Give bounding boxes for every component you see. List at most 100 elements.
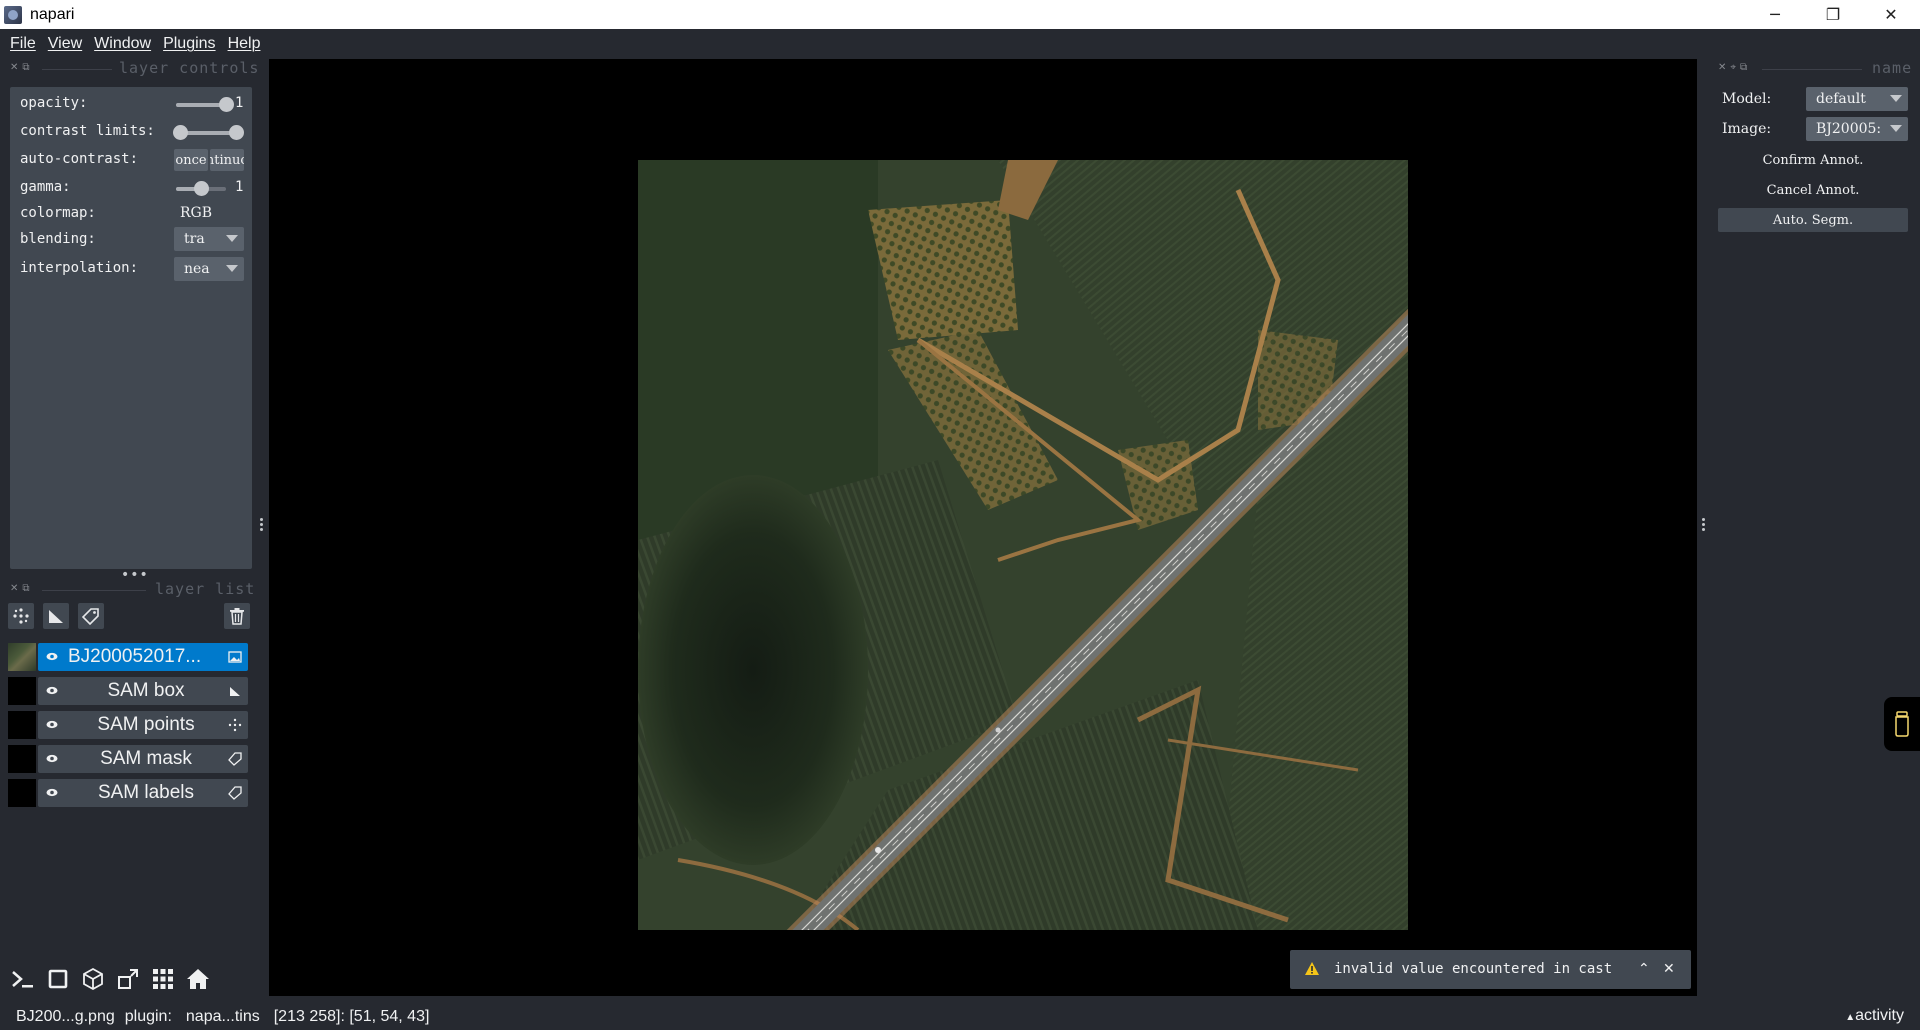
gamma-slider-handle[interactable] — [193, 181, 209, 196]
activity-button[interactable]: ▲activity — [1845, 1007, 1904, 1025]
dock-close-icon[interactable]: ✕ — [10, 62, 18, 73]
blending-select[interactable]: tra — [174, 227, 244, 251]
contrast-limits-slider[interactable] — [180, 131, 236, 135]
title-bar: napari ─ ❐ ✕ — [0, 0, 1920, 29]
layer-item-sam-box[interactable]: SAM box — [8, 677, 248, 705]
status-bar: BJ200...g.png plugin: napa...tins [213 2… — [0, 1003, 1920, 1030]
interpolation-select[interactable]: nea — [174, 257, 244, 281]
auto-segmentation-button[interactable]: Auto. Segm. — [1718, 208, 1908, 232]
delete-layer-button[interactable] — [224, 603, 250, 629]
layer-item-sam-mask[interactable]: SAM mask — [8, 745, 248, 773]
warning-icon — [1305, 962, 1319, 975]
side-panel-tab[interactable] — [1884, 697, 1920, 751]
dock-float-icon[interactable]: ⧉ — [1740, 62, 1747, 73]
close-notification-icon[interactable]: ✕ — [1663, 950, 1675, 989]
image-label: Image: — [1722, 121, 1772, 137]
menu-plugins[interactable]: Plugins — [163, 35, 215, 53]
maximize-button[interactable]: ❐ — [1804, 0, 1862, 29]
new-shapes-layer-button[interactable] — [43, 603, 69, 629]
menu-view[interactable]: View — [48, 35, 82, 53]
plugin-dock-controls[interactable]: ✕ ⌖ ⧉ — [1718, 62, 1747, 73]
layer-name[interactable]: SAM box — [70, 677, 222, 705]
layer-body: SAM points — [38, 711, 248, 739]
menu-window[interactable]: Window — [94, 35, 151, 53]
opacity-slider-handle[interactable] — [218, 97, 234, 112]
reset-view-button[interactable] — [183, 964, 213, 994]
layer-item-sam-points[interactable]: SAM points — [8, 711, 248, 739]
points-icon — [13, 608, 29, 624]
minimize-button[interactable]: ─ — [1746, 0, 1804, 29]
contrast-min-handle[interactable] — [172, 125, 188, 140]
auto-contrast-once-button[interactable]: once — [174, 149, 208, 171]
eye-icon[interactable] — [46, 788, 58, 797]
notification-toast: invalid value encountered in cast ⌃ ✕ — [1290, 950, 1691, 989]
image-icon — [228, 651, 242, 663]
layer-name[interactable]: SAM labels — [70, 779, 222, 807]
dock-divider — [42, 590, 146, 591]
eye-icon[interactable] — [46, 652, 58, 661]
status-plugin-value: napa...tins — [185, 1007, 260, 1025]
layer-list-title: layer list — [155, 580, 256, 598]
shapes-icon — [230, 687, 240, 696]
grid-view-button[interactable] — [148, 964, 178, 994]
new-labels-layer-button[interactable] — [78, 603, 104, 629]
dock-resize-handle[interactable]: ••• — [121, 567, 149, 583]
right-dock-splitter[interactable] — [1701, 517, 1705, 532]
contrast-max-handle[interactable] — [228, 125, 244, 140]
status-plugin-label: plugin: — [124, 1007, 172, 1025]
layer-thumbnail — [8, 779, 36, 807]
image-select-value: BJ20005: — [1816, 121, 1882, 137]
layer-body: BJ200052017... — [38, 643, 248, 671]
transpose-icon — [118, 969, 138, 989]
dock-float-icon[interactable]: ⧉ — [22, 62, 29, 73]
expand-notification-icon[interactable]: ⌃ — [1638, 950, 1650, 989]
eye-icon[interactable] — [46, 720, 58, 729]
menu-help[interactable]: Help — [228, 35, 261, 53]
layer-thumbnail — [8, 711, 36, 739]
left-dock-splitter[interactable] — [259, 517, 263, 532]
opacity-label: opacity: — [20, 95, 88, 111]
eye-icon[interactable] — [46, 686, 58, 695]
layer-item-sam-labels[interactable]: SAM labels — [8, 779, 248, 807]
layer-controls-panel: opacity: 1 contrast limits: auto-contras… — [10, 87, 252, 569]
layer-list-dock-controls[interactable]: ✕ ⧉ — [10, 583, 30, 594]
roll-dimensions-button[interactable] — [78, 964, 108, 994]
auto-contrast-continuous-button[interactable]: continuous — [210, 149, 244, 171]
confirm-annotation-button[interactable]: Confirm Annot. — [1718, 148, 1908, 172]
home-icon — [187, 969, 209, 989]
dock-close-icon[interactable]: ✕ — [10, 583, 18, 594]
toggle-ndisplay-button[interactable] — [43, 964, 73, 994]
chevron-down-icon — [1890, 95, 1902, 102]
layer-controls-title: layer controls — [119, 59, 260, 77]
dock-float-controls[interactable]: ✕ ⧉ — [10, 62, 30, 73]
opacity-value: 1 — [235, 95, 244, 111]
aerial-image[interactable] — [638, 160, 1408, 930]
console-button[interactable] — [8, 964, 38, 994]
eye-icon[interactable] — [46, 754, 58, 763]
new-points-layer-button[interactable] — [8, 603, 34, 629]
layer-name[interactable]: BJ200052017... — [68, 643, 222, 671]
layer-thumbnail — [8, 643, 36, 671]
triangle-up-icon: ▲ — [1845, 1012, 1856, 1023]
menu-file[interactable]: File — [10, 35, 36, 53]
close-button[interactable]: ✕ — [1862, 0, 1920, 29]
dock-float-icon[interactable]: ⧉ — [22, 583, 29, 594]
napari-logo-icon — [4, 5, 22, 24]
status-coordinates: [213 258]: [51, 54, 43] — [273, 1007, 430, 1025]
layer-name[interactable]: SAM points — [70, 711, 222, 739]
image-select[interactable]: BJ20005: — [1806, 117, 1908, 141]
image-canvas[interactable] — [269, 59, 1697, 996]
blending-label: blending: — [20, 231, 96, 247]
transpose-button[interactable] — [113, 964, 143, 994]
dock-close-icon[interactable]: ✕ — [1718, 62, 1726, 73]
dock-pin-icon[interactable]: ⌖ — [1730, 62, 1736, 73]
layer-body: SAM mask — [38, 745, 248, 773]
gamma-value: 1 — [235, 179, 244, 195]
layer-body: SAM box — [38, 677, 248, 705]
layer-item-image[interactable]: BJ200052017... — [8, 643, 248, 671]
layer-name[interactable]: SAM mask — [70, 745, 222, 773]
cancel-annotation-button[interactable]: Cancel Annot. — [1718, 178, 1908, 202]
layer-thumbnail — [8, 677, 36, 705]
tag-icon — [228, 786, 242, 800]
model-select[interactable]: default — [1806, 87, 1908, 111]
